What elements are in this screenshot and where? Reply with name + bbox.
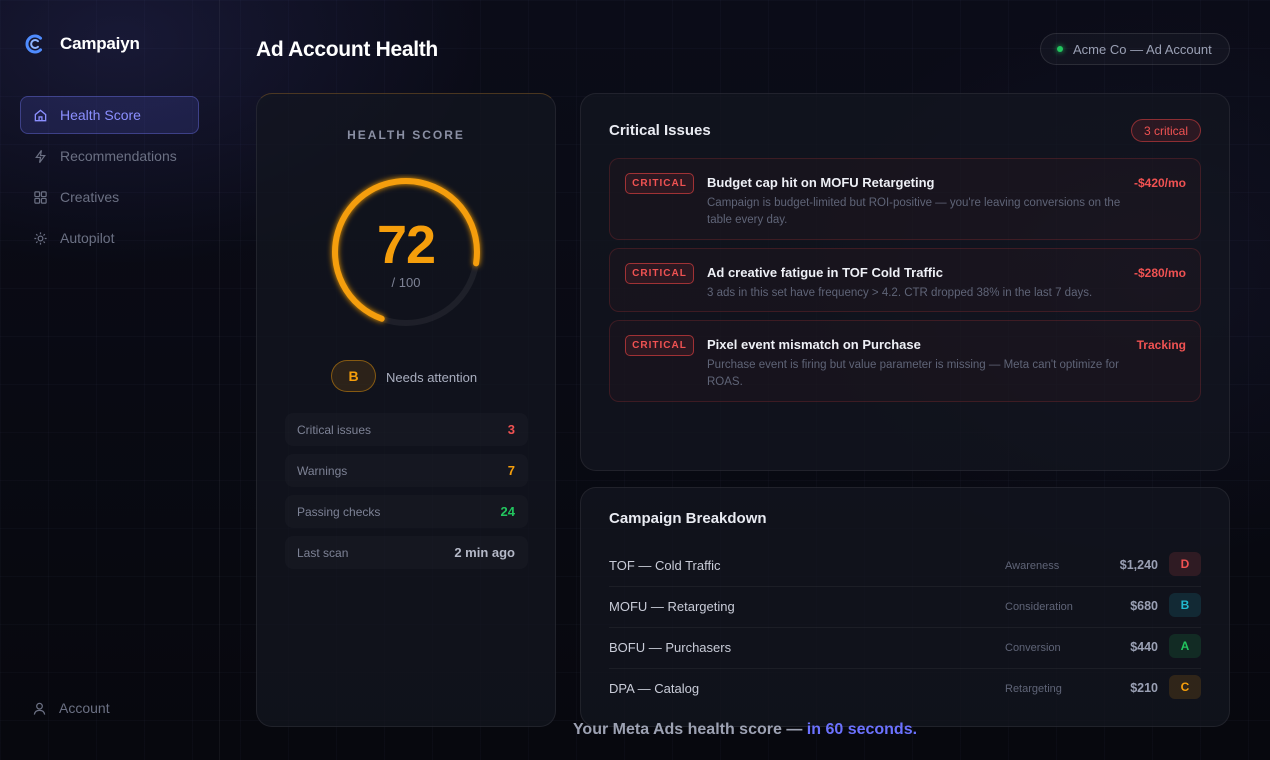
stat-row-last-scan: Last scan 2 min ago xyxy=(285,536,528,569)
issue-impact: -$420/mo xyxy=(1133,176,1186,190)
health-score-max: / 100 xyxy=(391,275,421,290)
sidebar-item-health-score[interactable]: Health Score xyxy=(20,96,199,134)
campaign-spend: $440 xyxy=(1130,640,1158,654)
stat-row-warnings: Warnings 7 xyxy=(285,454,528,487)
home-icon xyxy=(34,108,47,121)
sidebar-item-label: Health Score xyxy=(60,107,141,123)
health-score-value: 72 xyxy=(376,215,436,275)
stat-value: 7 xyxy=(507,463,515,478)
campaign-objective: Awareness xyxy=(1005,560,1060,572)
sidebar-item-account[interactable]: Account xyxy=(32,700,110,716)
sidebar-nav: Health Score Recommendations Creatives A… xyxy=(20,96,199,260)
stat-value: 3 xyxy=(507,422,515,437)
issue-title: Ad creative fatigue in TOF Cold Traffic xyxy=(707,265,943,280)
campaign-spend: $210 xyxy=(1130,681,1158,695)
sidebar: Campaiyn Health Score Recommendations Cr… xyxy=(0,0,220,760)
sidebar-item-recommendations[interactable]: Recommendations xyxy=(20,137,199,175)
issue-description: Purchase event is firing but value param… xyxy=(707,359,1119,388)
grid-icon xyxy=(34,190,47,204)
table-row[interactable]: TOF — Cold Traffic Awareness $1,240 D xyxy=(609,546,1201,587)
critical-issues-title: Critical Issues xyxy=(609,122,711,139)
stat-value: 2 min ago xyxy=(454,545,515,560)
issue-description: Campaign is budget-limited but ROI-posit… xyxy=(707,197,1121,226)
issue-title: Pixel event mismatch on Purchase xyxy=(707,337,921,352)
footer-tagline: Your Meta Ads health score — in 60 secon… xyxy=(0,721,1270,739)
page-title: Ad Account Health xyxy=(256,38,438,61)
campaign-grade: C xyxy=(1169,675,1201,699)
campaign-breakdown-title: Campaign Breakdown xyxy=(609,510,767,527)
critical-tag: CRITICAL xyxy=(625,263,694,284)
brand[interactable]: Campaiyn xyxy=(24,33,140,55)
critical-tag: CRITICAL xyxy=(625,335,694,356)
campaign-spend: $680 xyxy=(1130,599,1158,613)
stat-label: Last scan xyxy=(297,545,349,560)
account-selector[interactable]: Acme Co — Ad Account xyxy=(1040,33,1230,65)
issue-impact: -$280/mo xyxy=(1133,266,1186,280)
status-dot-icon xyxy=(1057,46,1063,52)
sidebar-item-label: Creatives xyxy=(60,189,120,205)
campaign-name: MOFU — Retargeting xyxy=(609,599,735,614)
table-row[interactable]: DPA — Catalog Retargeting $210 C xyxy=(609,669,1201,710)
lightning-icon xyxy=(35,149,46,163)
campaign-name: DPA — Catalog xyxy=(609,681,700,696)
campaign-grade: A xyxy=(1169,634,1201,658)
issue-item[interactable]: CRITICAL Budget cap hit on MOFU Retarget… xyxy=(609,158,1201,240)
account-label: Account xyxy=(59,700,110,716)
account-name: Acme Co — Ad Account xyxy=(1073,41,1212,57)
campaign-objective: Retargeting xyxy=(1005,683,1062,695)
footer-accent: in 60 seconds. xyxy=(806,721,918,738)
critical-tag: CRITICAL xyxy=(625,173,694,194)
stat-row-critical: Critical issues 3 xyxy=(285,413,528,446)
campaign-name: BOFU — Purchasers xyxy=(609,640,732,655)
critical-count-badge: 3 critical xyxy=(1131,119,1201,142)
campaign-spend: $1,240 xyxy=(1119,558,1158,572)
issue-title: Budget cap hit on MOFU Retargeting xyxy=(707,175,935,190)
stat-label: Critical issues xyxy=(297,422,372,437)
campaiyn-logo-icon xyxy=(25,34,42,54)
issue-impact: Tracking xyxy=(1136,338,1186,352)
sidebar-item-autopilot[interactable]: Autopilot xyxy=(20,219,199,257)
sidebar-item-label: Autopilot xyxy=(60,230,115,246)
campaign-grade: B xyxy=(1169,593,1201,617)
user-icon xyxy=(33,702,46,715)
campaign-objective: Conversion xyxy=(1005,642,1061,654)
table-row[interactable]: MOFU — Retargeting Consideration $680 B xyxy=(609,587,1201,628)
campaign-grade: D xyxy=(1169,552,1201,576)
stat-value: 24 xyxy=(500,504,515,519)
footer-text: Your Meta Ads health score — xyxy=(572,721,803,738)
table-row[interactable]: BOFU — Purchasers Conversion $440 A xyxy=(609,628,1201,669)
campaign-name: TOF — Cold Traffic xyxy=(609,558,721,573)
grade-label: Needs attention xyxy=(386,370,478,385)
grade-badge: B xyxy=(331,360,376,392)
sidebar-item-creatives[interactable]: Creatives xyxy=(20,178,199,216)
issue-item[interactable]: CRITICAL Pixel event mismatch on Purchas… xyxy=(609,320,1201,402)
gear-icon xyxy=(34,231,47,245)
campaign-objective: Consideration xyxy=(1005,601,1073,613)
brand-name: Campaiyn xyxy=(60,34,140,53)
issue-item[interactable]: CRITICAL Ad creative fatigue in TOF Cold… xyxy=(609,248,1201,312)
stat-label: Warnings xyxy=(297,463,348,478)
issue-description: 3 ads in this set have frequency > 4.2. … xyxy=(707,287,1093,299)
sidebar-item-label: Recommendations xyxy=(60,148,177,164)
health-score-heading: HEALTH SCORE xyxy=(347,128,465,142)
stat-row-passing: Passing checks 24 xyxy=(285,495,528,528)
stat-label: Passing checks xyxy=(297,504,381,519)
